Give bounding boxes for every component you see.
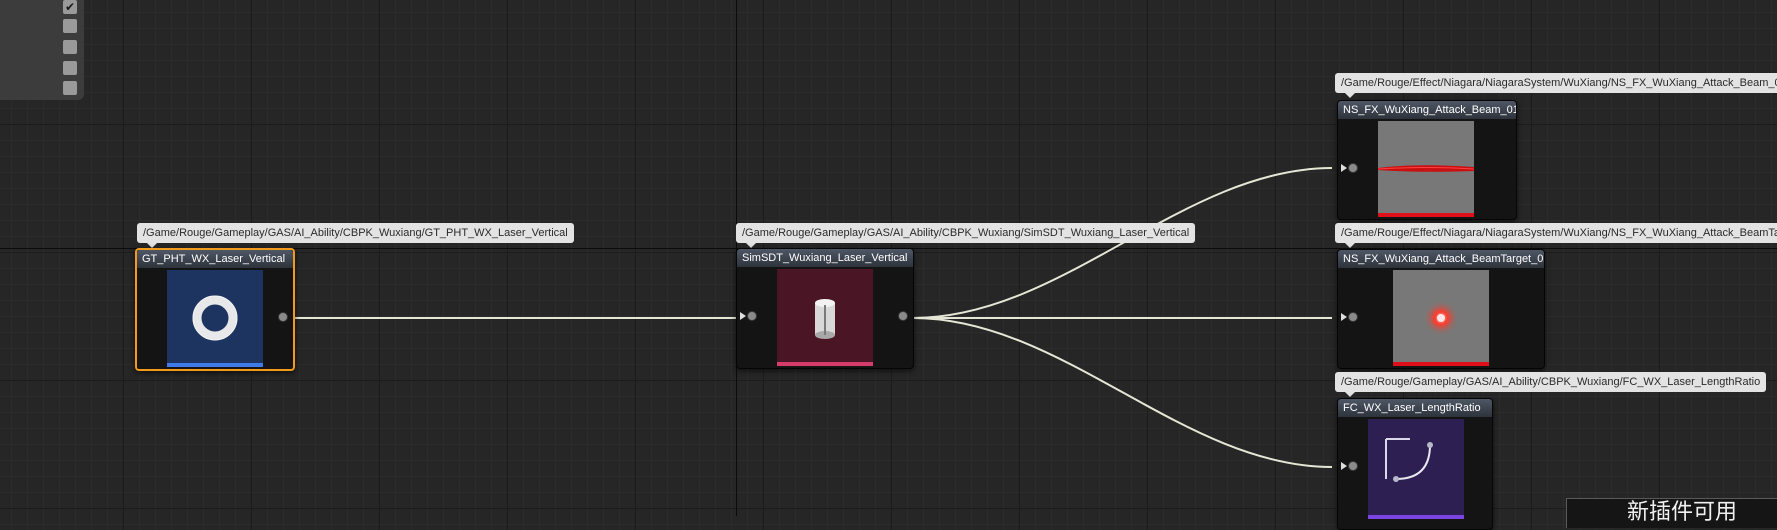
curve-icon <box>1385 438 1433 482</box>
asset-type-bar <box>1393 362 1489 366</box>
spark-icon <box>1423 300 1459 336</box>
asset-path-label: /Game/Rouge/Effect/Niagara/NiagaraSystem… <box>1335 223 1777 248</box>
asset-node-ns-fx-wuxiang-attack-beamtarget-02[interactable]: NS_FX_WuXiang_Attack_BeamTarget_02 <box>1337 249 1545 369</box>
asset-node-fc-wx-laser-lengthratio[interactable]: FC_WX_Laser_LengthRatio <box>1337 398 1493 530</box>
node-title: FC_WX_Laser_LengthRatio <box>1338 399 1492 417</box>
asset-path-label: /Game/Rouge/Gameplay/GAS/AI_Ability/CBPK… <box>137 223 574 248</box>
laser-beam-icon <box>1378 165 1474 172</box>
asset-type-bar <box>167 363 263 367</box>
asset-type-bar <box>777 362 873 366</box>
input-pin[interactable] <box>1341 312 1358 322</box>
output-pin[interactable] <box>898 311 908 321</box>
input-pin[interactable] <box>1341 163 1358 173</box>
asset-thumbnail <box>777 269 873 366</box>
node-title: NS_FX_WuXiang_Attack_Beam_01 <box>1338 101 1516 119</box>
wire-sim-to-beam <box>912 167 1333 319</box>
asset-type-bar <box>1378 213 1474 217</box>
asset-node-simsdt-wuxiang-laser-vertical[interactable]: SimSDT_Wuxiang_Laser_Vertical <box>736 248 914 369</box>
torus-icon <box>192 295 238 341</box>
asset-path-label: /Game/Rouge/Gameplay/GAS/AI_Ability/CBPK… <box>736 223 1196 248</box>
asset-thumbnail <box>1368 419 1464 519</box>
asset-thumbnail <box>1393 270 1489 366</box>
input-pin[interactable] <box>740 311 757 321</box>
cylinder-icon <box>815 299 835 339</box>
asset-path-label: /Game/Rouge/Gameplay/GAS/AI_Ability/CBPK… <box>1335 372 1767 397</box>
node-title: GT_PHT_WX_Laser_Vertical <box>137 250 293 268</box>
asset-node-ns-fx-wuxiang-attack-beam-01[interactable]: NS_FX_WuXiang_Attack_Beam_01 <box>1337 100 1517 220</box>
asset-thumbnail <box>167 270 263 367</box>
asset-path-label: /Game/Rouge/Effect/Niagara/NiagaraSystem… <box>1335 73 1777 98</box>
asset-thumbnail <box>1378 121 1474 217</box>
node-title: SimSDT_Wuxiang_Laser_Vertical <box>737 249 913 267</box>
output-pin[interactable] <box>278 312 288 322</box>
input-pin[interactable] <box>1341 461 1358 471</box>
plugin-notification[interactable]: 新插件可用 <box>1566 498 1777 528</box>
asset-node-gt-pht-wx-laser-vertical[interactable]: GT_PHT_WX_Laser_Vertical <box>135 248 295 371</box>
node-title: NS_FX_WuXiang_Attack_BeamTarget_02 <box>1338 250 1544 268</box>
wire-sim-to-curve <box>912 317 1333 468</box>
